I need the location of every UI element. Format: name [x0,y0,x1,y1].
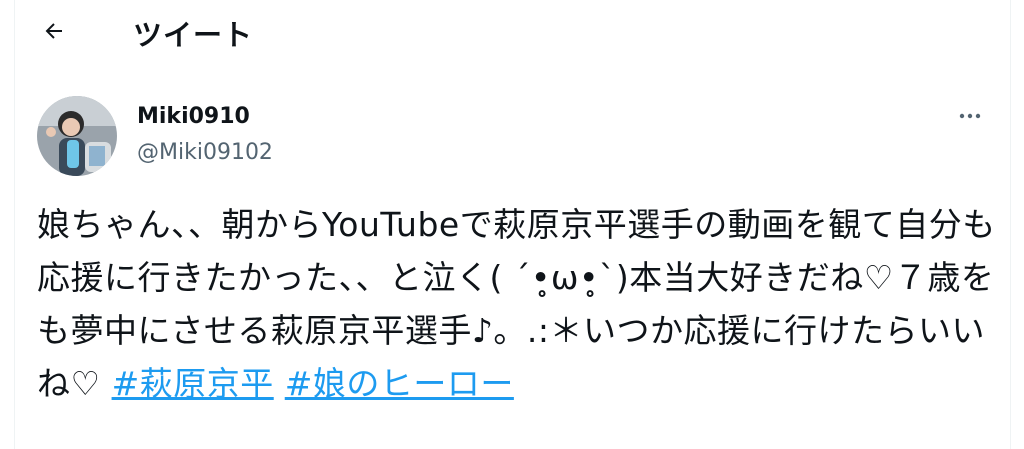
more-options-button[interactable] [953,104,987,128]
hashtag-link-2[interactable]: #娘のヒーロー [285,364,514,403]
author-handle[interactable]: @Miki09102 [137,140,273,165]
top-bar: ツイート [15,0,1010,62]
arrow-left-icon [45,23,62,39]
tweet-detail-view: ツイート Miki0910 @Miki09102 娘ちゃん、、朝からYouTub… [14,0,1011,449]
back-button[interactable] [37,14,71,48]
avatar[interactable] [37,96,117,176]
author-display-name[interactable]: Miki0910 [137,104,250,129]
more-horizontal-icon [959,113,981,119]
hashtag-link-1[interactable]: #萩原京平 [112,364,274,403]
profile-photo [37,96,117,176]
page-title: ツイート [133,18,254,52]
tweet-body: 娘ちゃん、、朝からYouTubeで萩原京平選手の動画を観て自分も応援に行きたかっ… [37,198,997,410]
